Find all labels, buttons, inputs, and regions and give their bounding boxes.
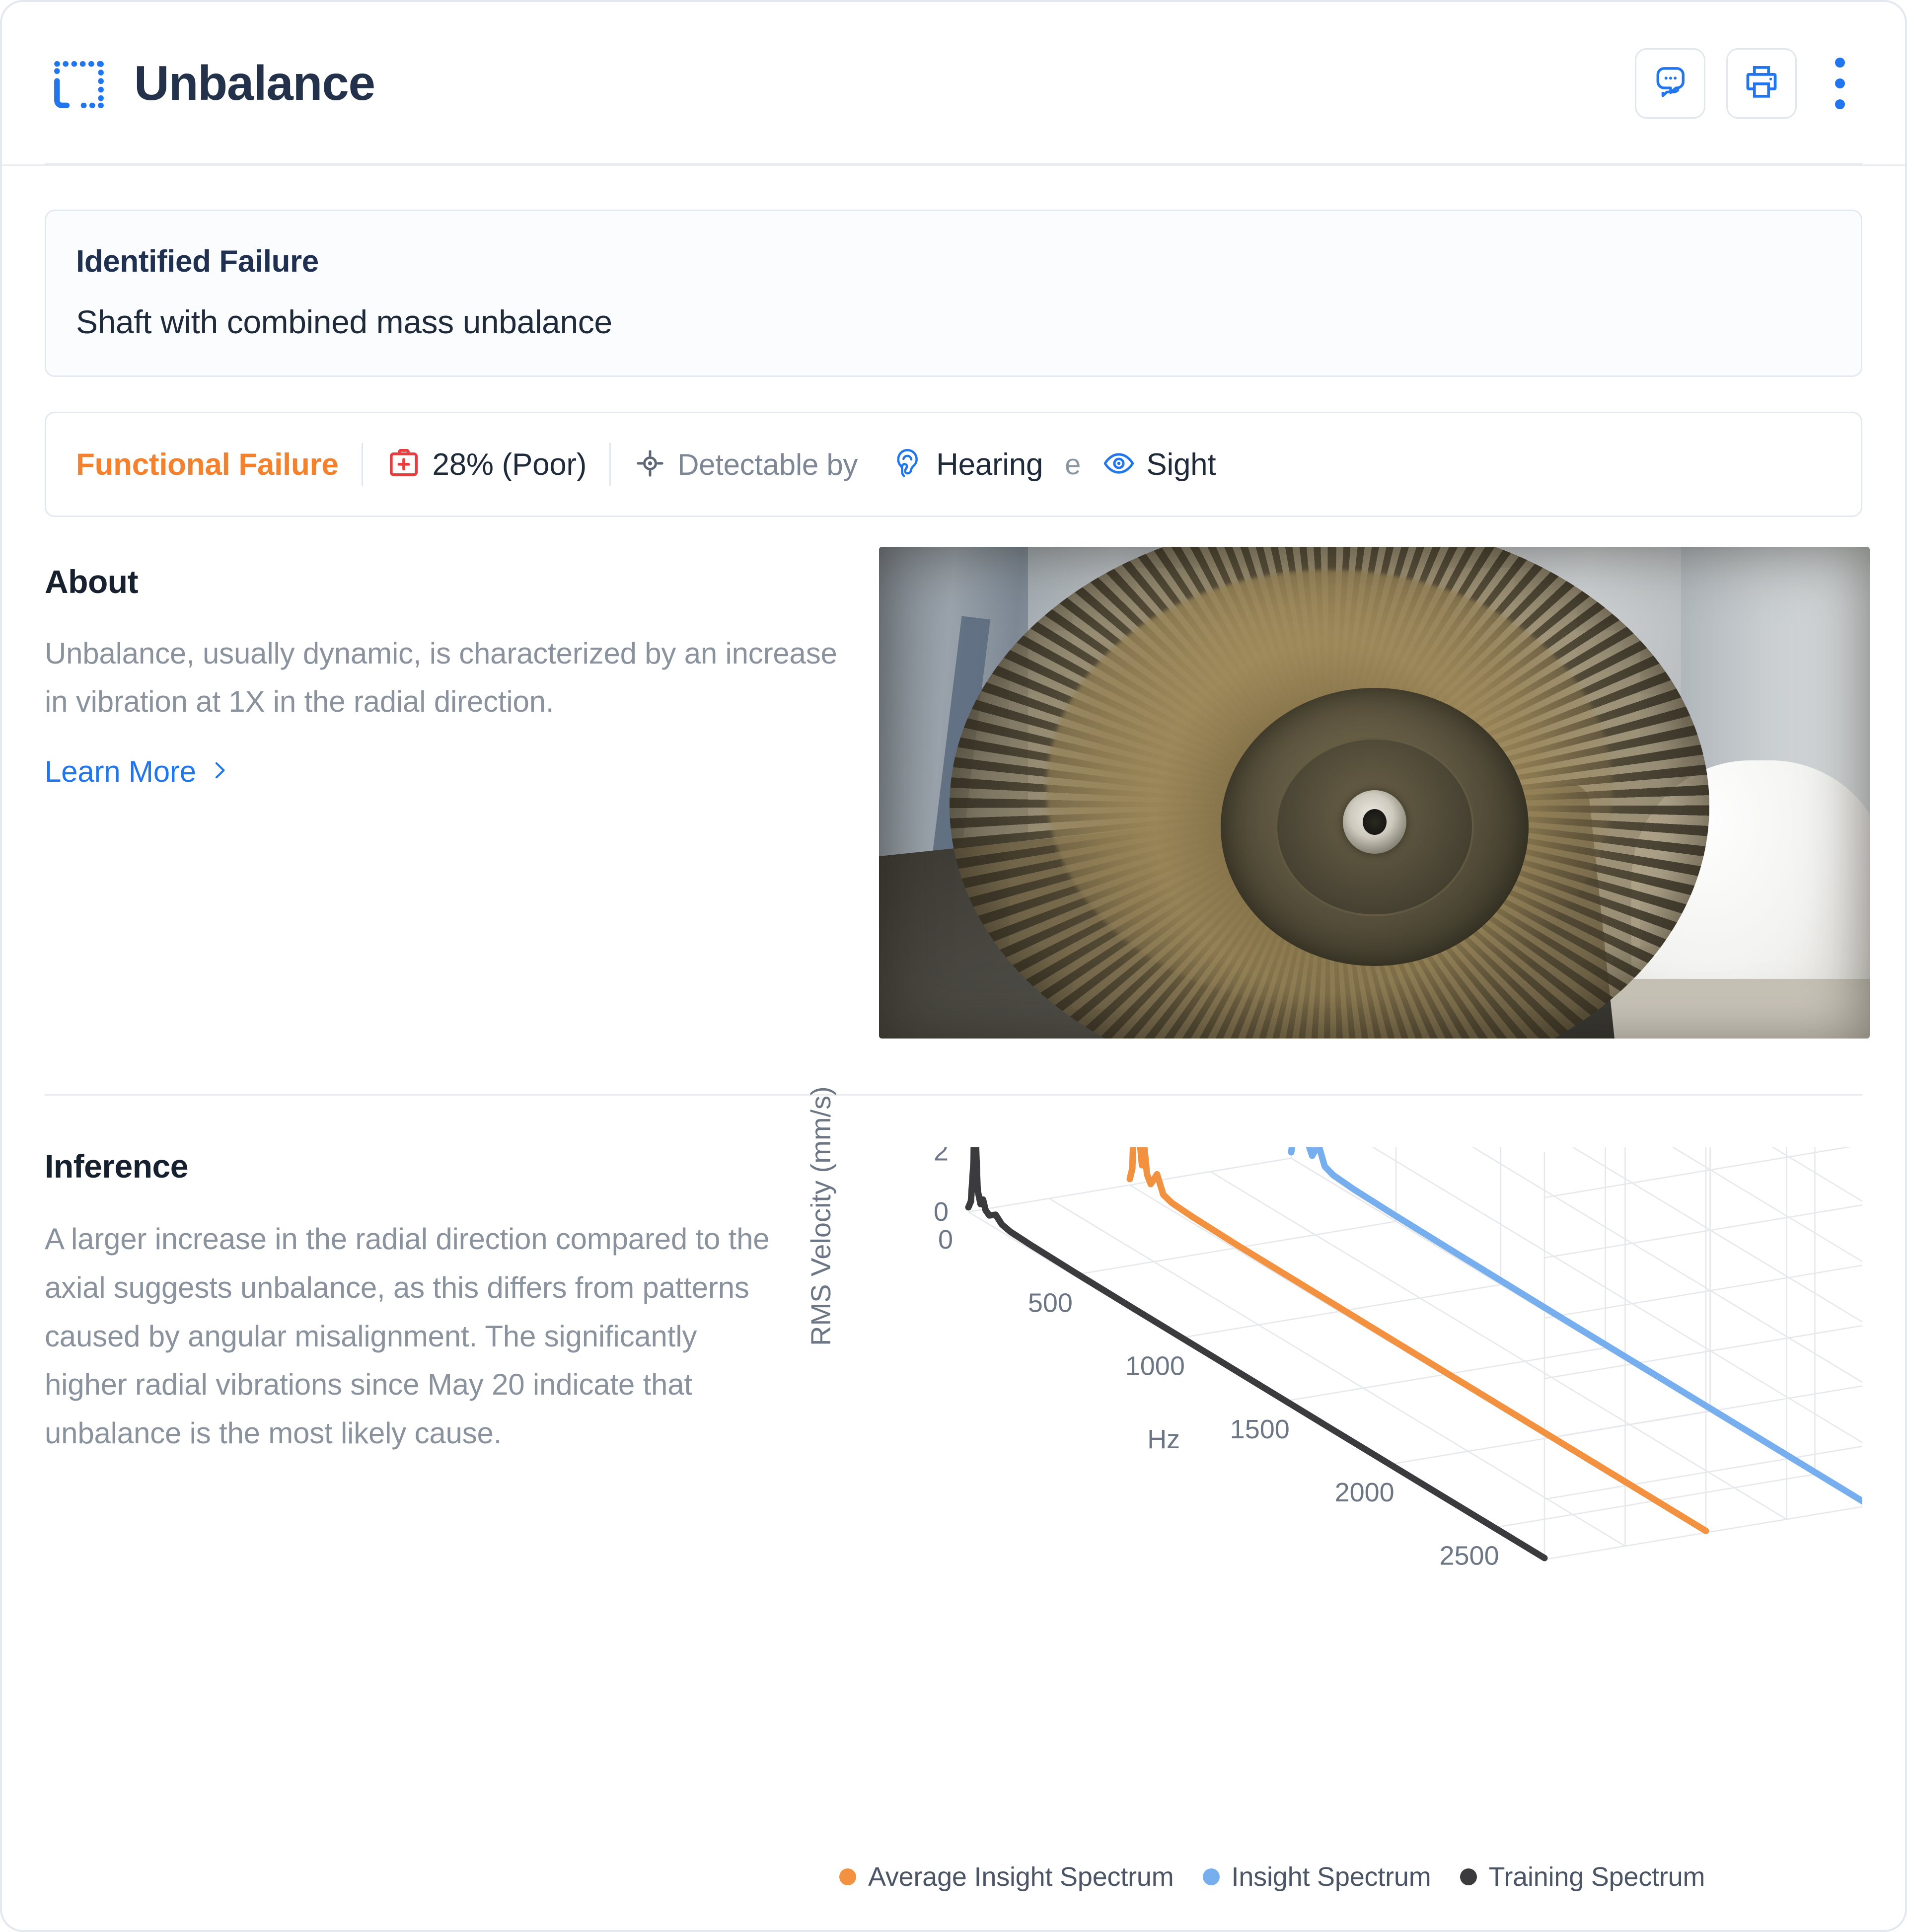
identified-failure-card: Identified Failure Shaft with combined m… xyxy=(45,210,1862,377)
dashed-square-logo xyxy=(50,54,108,113)
spectrum-trace xyxy=(1126,835,1709,1534)
chart-canvas: 02468101205001000150020002500Hz xyxy=(919,751,1871,1570)
printer-icon xyxy=(1743,63,1780,103)
chat-bubbles-icon xyxy=(1651,63,1689,103)
section-divider xyxy=(45,1094,1862,1096)
svg-text:Hz: Hz xyxy=(1147,1424,1180,1454)
first-aid-kit-icon xyxy=(386,446,422,484)
svg-text:1500: 1500 xyxy=(1230,1414,1290,1444)
status-bar: Functional Failure 28% (Poor) Detectable… xyxy=(45,412,1862,517)
detectable-by: Detectable by Hearing e Sight xyxy=(634,447,1216,482)
svg-text:2000: 2000 xyxy=(1335,1478,1394,1507)
svg-text:1000: 1000 xyxy=(1125,1351,1185,1381)
legend-label: Insight Spectrum xyxy=(1231,1862,1431,1892)
learn-more-label: Learn More xyxy=(45,755,196,789)
chart-legend: Average Insight Spectrum Insight Spectru… xyxy=(839,1861,1705,1892)
detectable-by-label: Detectable by xyxy=(677,447,858,481)
about-section: About Unbalance, usually dynamic, is cha… xyxy=(45,547,1870,1039)
svg-text:0: 0 xyxy=(934,1197,949,1227)
divider xyxy=(609,443,611,486)
kebab-dot xyxy=(1835,78,1845,88)
legend-label: Average Insight Spectrum xyxy=(868,1862,1174,1892)
about-body: Unbalance, usually dynamic, is character… xyxy=(45,637,837,719)
legend-swatch xyxy=(1202,1868,1220,1885)
kebab-dot xyxy=(1835,57,1845,68)
legend-item[interactable]: Training Spectrum xyxy=(1460,1861,1705,1892)
severity-badge: Functional Failure xyxy=(76,447,339,482)
identified-failure-value: Shaft with combined mass unbalance xyxy=(76,303,612,340)
more-options-button[interactable] xyxy=(1818,48,1862,119)
inference-body: A larger increase in the radial directio… xyxy=(45,1222,770,1450)
inference-section: Inference A larger increase in the radia… xyxy=(45,751,1871,1892)
spectrum-trace xyxy=(965,1073,1548,1561)
identified-failure-label: Identified Failure xyxy=(76,244,319,279)
svg-text:2: 2 xyxy=(934,1147,949,1167)
page-title: Unbalance xyxy=(134,56,375,110)
legend-item[interactable]: Insight Spectrum xyxy=(1202,1861,1431,1892)
svg-text:2500: 2500 xyxy=(1439,1541,1499,1570)
svg-text:500: 500 xyxy=(1028,1288,1073,1318)
legend-swatch xyxy=(839,1868,856,1885)
fan-wheel-photo xyxy=(879,547,1870,1039)
ear-icon xyxy=(892,447,925,482)
legend-label: Training Spectrum xyxy=(1488,1862,1705,1892)
svg-text:0: 0 xyxy=(938,1225,953,1255)
comments-button[interactable] xyxy=(1635,48,1705,119)
eye-icon xyxy=(1102,447,1135,482)
learn-more-link[interactable]: Learn More xyxy=(45,754,231,789)
sense-sight-label: Sight xyxy=(1146,447,1216,482)
legend-swatch xyxy=(1460,1868,1477,1885)
sense-hearing-label: Hearing xyxy=(936,447,1043,482)
y-axis-title: RMS Velocity (mm/s) xyxy=(805,1086,836,1346)
page-header: Unbalance xyxy=(2,2,1905,166)
inference-title: Inference xyxy=(45,1148,188,1185)
severity-label: Functional Failure xyxy=(76,447,339,482)
spectrum-3d-chart[interactable]: RMS Velocity (mm/s) 02468101205001000150… xyxy=(805,751,1871,1892)
header-actions xyxy=(1635,48,1862,119)
divider xyxy=(361,443,363,486)
health-score-value: 28% (Poor) xyxy=(432,447,587,482)
legend-item[interactable]: Average Insight Spectrum xyxy=(839,1861,1174,1892)
unbalance-detail-page: Unbalance Identified Failure Shaft with … xyxy=(0,0,1907,1932)
sense-conjunction: e xyxy=(1065,448,1081,481)
kebab-dot xyxy=(1835,99,1845,109)
about-title: About xyxy=(45,563,139,600)
health-score: 28% (Poor) xyxy=(386,446,587,484)
chevron-right-icon xyxy=(208,754,231,789)
crosshair-icon xyxy=(634,447,666,482)
print-button[interactable] xyxy=(1726,48,1797,119)
